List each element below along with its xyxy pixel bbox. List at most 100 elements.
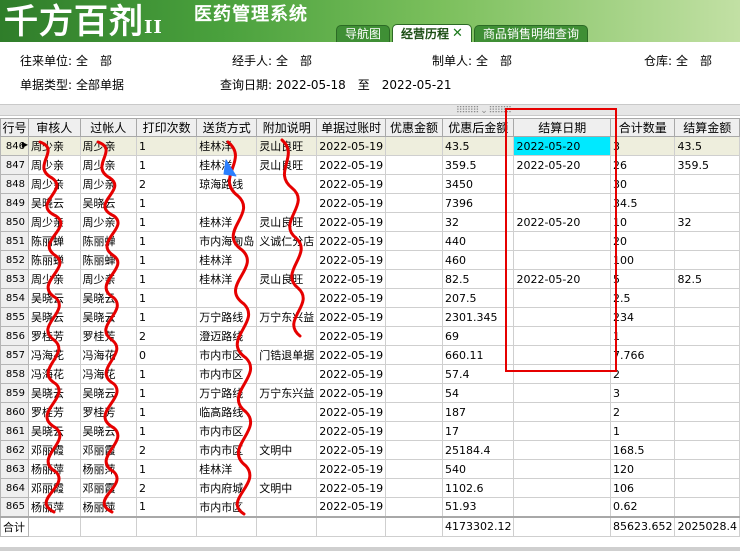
table-cell[interactable]: 30 — [609, 174, 676, 194]
table-cell[interactable]: 100 — [609, 250, 676, 270]
table-row[interactable]: 861 吴晓云 吴晓云 1 市内市区 2022-05-19 17 1 — [0, 421, 740, 441]
table-cell[interactable] — [513, 345, 611, 365]
row-number-cell[interactable]: 850 — [0, 212, 29, 232]
table-cell[interactable]: 1 — [136, 193, 198, 213]
table-cell[interactable] — [513, 231, 611, 251]
table-cell[interactable]: 2022-05-19 — [316, 440, 387, 460]
table-cell[interactable]: 1 — [136, 231, 198, 251]
table-cell[interactable]: 1 — [609, 326, 676, 346]
table-cell[interactable]: 陈丽蝉 — [28, 250, 81, 270]
column-header-2[interactable]: 过帐人 — [79, 118, 138, 137]
table-cell[interactable]: 市内市区 — [196, 364, 258, 384]
table-cell[interactable]: 万宁路线 — [196, 383, 258, 403]
table-cell[interactable]: 桂林洋 — [196, 136, 258, 156]
table-cell[interactable]: 杨丽萍 — [79, 497, 138, 517]
table-cell[interactable]: 琼海路线 — [196, 174, 258, 194]
table-cell[interactable] — [256, 193, 318, 213]
table-cell[interactable]: 2022-05-19 — [316, 231, 387, 251]
table-cell[interactable] — [256, 326, 318, 346]
table-cell[interactable]: 周少亲 — [28, 136, 81, 156]
table-cell[interactable] — [513, 383, 611, 403]
filter-doc-type[interactable]: 单据类型: 全部单据 — [20, 76, 124, 93]
table-cell[interactable]: 43.5 — [441, 136, 515, 156]
table-cell[interactable] — [674, 250, 740, 270]
panel-splitter[interactable]: ⠿⠿⠿⠿ ⌄ ⠿⠿⠿⠿ — [0, 104, 740, 116]
table-cell[interactable] — [513, 402, 611, 422]
table-cell[interactable]: 2022-05-20 — [513, 212, 611, 232]
table-cell[interactable]: 234 — [609, 307, 676, 327]
table-cell[interactable] — [385, 212, 443, 232]
table-cell[interactable]: 冯海花 — [28, 345, 81, 365]
table-cell[interactable]: 2022-05-20 — [513, 136, 611, 156]
table-cell[interactable]: 1 — [136, 364, 198, 384]
table-cell[interactable]: 吴晓云 — [79, 307, 138, 327]
table-cell[interactable]: 陈丽蝉 — [79, 250, 138, 270]
table-cell[interactable]: 25184.4 — [441, 440, 515, 460]
table-cell[interactable]: 1 — [136, 212, 198, 232]
table-cell[interactable] — [385, 193, 443, 213]
table-cell[interactable] — [513, 459, 611, 479]
table-cell[interactable] — [385, 326, 443, 346]
row-number-cell[interactable]: 852 — [0, 250, 29, 270]
table-cell[interactable]: 2022-05-19 — [316, 383, 387, 403]
table-row[interactable]: 860 罗桂芳 罗桂芳 1 临高路线 2022-05-19 187 2 — [0, 402, 740, 422]
table-cell[interactable]: 2022-05-19 — [316, 326, 387, 346]
table-cell[interactable] — [674, 440, 740, 460]
table-cell[interactable]: 灵山良旺 — [256, 155, 318, 175]
table-row[interactable]: 858 冯海花 冯海花 1 市内市区 2022-05-19 57.4 2 — [0, 364, 740, 384]
table-cell[interactable] — [513, 288, 611, 308]
filter-warehouse[interactable]: 仓库: 全 部 — [644, 52, 712, 69]
table-cell[interactable]: 桂林洋 — [196, 269, 258, 289]
table-cell[interactable]: 2022-05-19 — [316, 212, 387, 232]
table-row[interactable]: 848 周少亲 周少亲 2 琼海路线 2022-05-19 3450 30 — [0, 174, 740, 194]
table-row[interactable]: 847 周少亲 周少亲 1 桂林洋 灵山良旺 2022-05-19 359.5 2022-05-… — [0, 155, 740, 175]
table-cell[interactable]: 文明中 — [256, 440, 318, 460]
table-cell[interactable] — [513, 497, 611, 517]
filter-maker[interactable]: 制单人: 全 部 — [432, 52, 512, 69]
table-cell[interactable]: 陈丽蝉 — [28, 231, 81, 251]
table-cell[interactable]: 市内海甸岛 — [196, 231, 258, 251]
table-cell[interactable]: 2.5 — [609, 288, 676, 308]
table-cell[interactable]: 周少亲 — [79, 174, 138, 194]
table-cell[interactable] — [385, 269, 443, 289]
table-cell[interactable]: 43.5 — [674, 136, 740, 156]
table-cell[interactable]: 吴晓云 — [28, 288, 81, 308]
table-cell[interactable]: 周少亲 — [28, 174, 81, 194]
table-cell[interactable]: 5 — [609, 269, 676, 289]
table-cell[interactable]: 邓丽霞 — [28, 440, 81, 460]
table-cell[interactable] — [385, 459, 443, 479]
table-cell[interactable]: 杨丽萍 — [28, 459, 81, 479]
table-cell[interactable] — [385, 136, 443, 156]
table-cell[interactable]: 2022-05-20 — [513, 155, 611, 175]
table-row[interactable]: 863 杨丽萍 杨丽萍 1 桂林洋 2022-05-19 540 120 — [0, 459, 740, 479]
table-cell[interactable]: 1 — [136, 421, 198, 441]
table-cell[interactable]: 1 — [136, 497, 198, 517]
table-cell[interactable]: 51.93 — [441, 497, 515, 517]
table-cell[interactable]: 吴晓云 — [28, 383, 81, 403]
table-cell[interactable]: 2301.345 — [441, 307, 515, 327]
table-cell[interactable]: 2022-05-19 — [316, 174, 387, 194]
table-cell[interactable]: 82.5 — [441, 269, 515, 289]
table-cell[interactable] — [385, 250, 443, 270]
table-cell[interactable]: 罗桂芳 — [79, 326, 138, 346]
table-cell[interactable] — [674, 402, 740, 422]
table-cell[interactable]: 1 — [136, 250, 198, 270]
row-number-cell[interactable]: 855 — [0, 307, 29, 327]
table-cell[interactable]: 门锆退单据 — [256, 345, 318, 365]
table-cell[interactable] — [674, 364, 740, 384]
table-cell[interactable]: 罗桂芳 — [79, 402, 138, 422]
table-cell[interactable]: 2022-05-19 — [316, 459, 387, 479]
table-cell[interactable]: 1 — [136, 288, 198, 308]
table-cell[interactable] — [513, 421, 611, 441]
column-header-11[interactable]: 结算金额 — [674, 118, 740, 137]
table-row[interactable]: 857 冯海花 冯海花 0 市内市区 门锆退单据 2022-05-19 660.11 7.766 — [0, 345, 740, 365]
table-row[interactable]: 864 邓丽霞 邓丽霞 2 市内府城 文明中 2022-05-19 1102.6 106 — [0, 478, 740, 498]
table-cell[interactable]: 7.766 — [609, 345, 676, 365]
table-cell[interactable] — [674, 288, 740, 308]
row-number-cell[interactable]: 860 — [0, 402, 29, 422]
table-cell[interactable] — [513, 174, 611, 194]
table-cell[interactable]: 57.4 — [441, 364, 515, 384]
table-cell[interactable] — [256, 402, 318, 422]
column-header-6[interactable]: 单据过账时 — [316, 118, 387, 137]
column-header-5[interactable]: 附加说明 — [256, 118, 318, 137]
